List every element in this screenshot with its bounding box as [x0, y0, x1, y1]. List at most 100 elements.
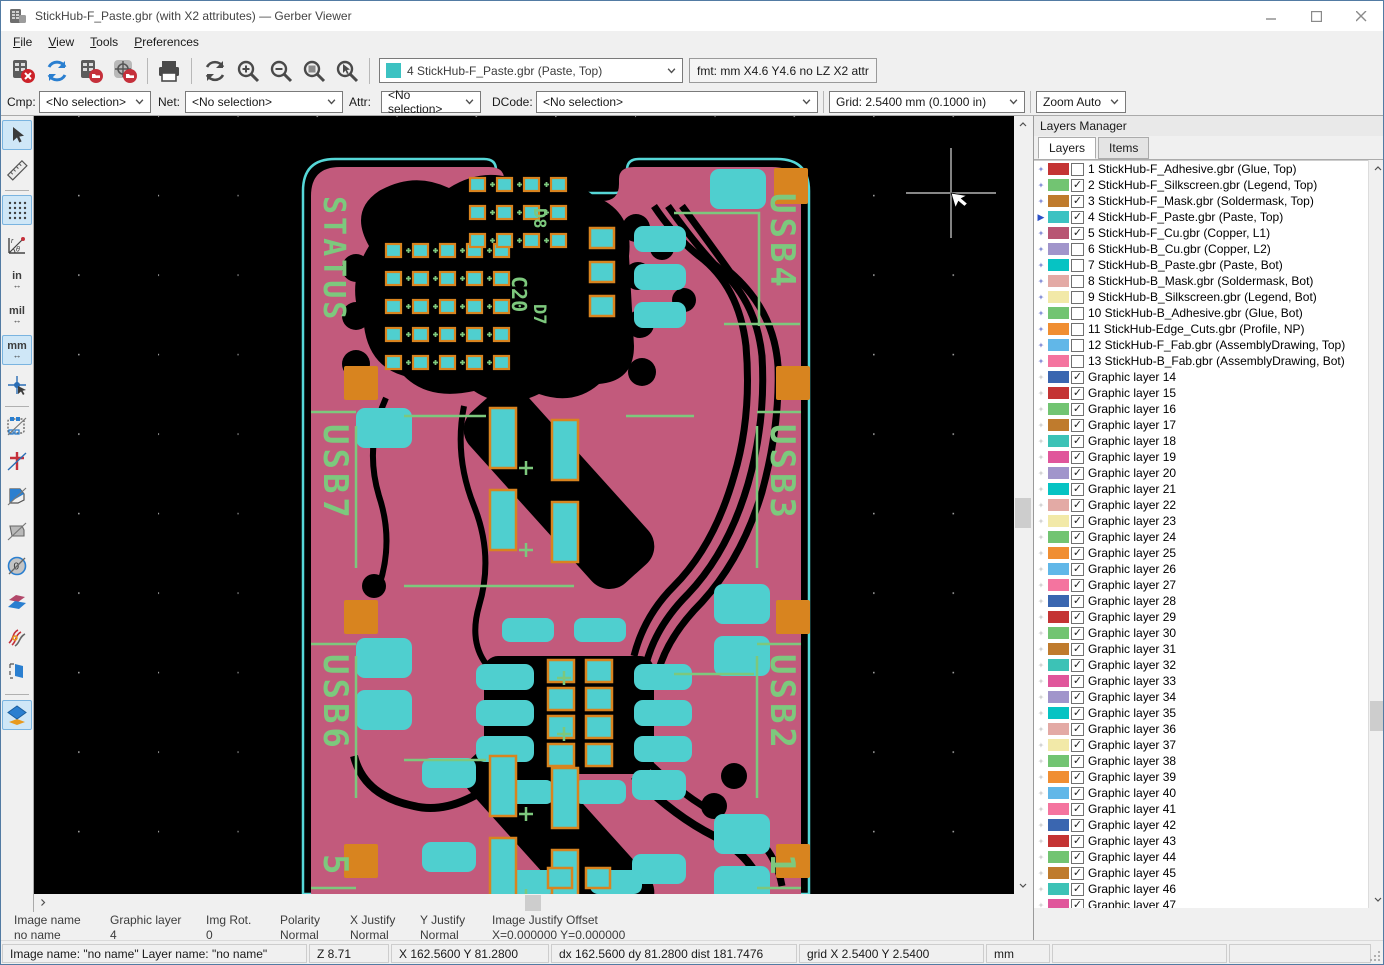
layer-color-swatch[interactable]	[1048, 851, 1069, 863]
layer-visibility-checkbox[interactable]: ✓	[1071, 659, 1084, 672]
layer-visibility-checkbox[interactable]: ✓	[1071, 515, 1084, 528]
layer-row[interactable]: ✦✓Graphic layer 31	[1034, 641, 1368, 657]
layer-visibility-checkbox[interactable]: ✓	[1071, 227, 1084, 240]
layer-color-swatch[interactable]	[1048, 179, 1069, 191]
layer-row[interactable]: ✦✓Graphic layer 23	[1034, 513, 1368, 529]
layer-color-swatch[interactable]	[1048, 627, 1069, 639]
sketch-flashed-items-button[interactable]	[2, 411, 32, 441]
layer-row[interactable]: ✦✓Graphic layer 17	[1034, 417, 1368, 433]
dcode-dropdown[interactable]: <No selection>	[536, 91, 818, 113]
cursor-shape-button[interactable]	[2, 370, 32, 400]
resize-grip[interactable]	[1370, 951, 1382, 963]
zoom-dropdown[interactable]: Zoom Auto	[1036, 91, 1126, 113]
scroll-up-arrow[interactable]	[1369, 160, 1384, 177]
layer-visibility-checkbox[interactable]: ✓	[1071, 531, 1084, 544]
layer-row[interactable]: ✦✓Graphic layer 28	[1034, 593, 1368, 609]
reload-layers-button[interactable]	[41, 56, 73, 86]
layer-visibility-checkbox[interactable]: ✓	[1071, 179, 1084, 192]
layer-color-swatch[interactable]	[1048, 403, 1069, 415]
layer-row[interactable]: ✦✓5 StickHub-F_Cu.gbr (Copper, L1)	[1034, 225, 1368, 241]
layer-row[interactable]: ✦✓Graphic layer 19	[1034, 449, 1368, 465]
tab-items[interactable]: Items	[1098, 137, 1149, 159]
layer-row[interactable]: ✦✓Graphic layer 15	[1034, 385, 1368, 401]
units-inches-button[interactable]: in↔	[2, 265, 32, 295]
layer-color-swatch[interactable]	[1048, 691, 1069, 703]
layer-color-swatch[interactable]	[1048, 451, 1069, 463]
layer-color-swatch[interactable]	[1048, 819, 1069, 831]
zoom-fit-button[interactable]	[298, 56, 330, 86]
canvas-horizontal-scrollbar[interactable]	[34, 894, 1032, 912]
layer-row[interactable]: ✦✓Graphic layer 21	[1034, 481, 1368, 497]
layer-visibility-checkbox[interactable]	[1071, 307, 1084, 320]
layer-row[interactable]: ✦✓Graphic layer 16	[1034, 401, 1368, 417]
layer-color-swatch[interactable]	[1048, 243, 1069, 255]
layer-row[interactable]: ✦1 StickHub-F_Adhesive.gbr (Glue, Top)	[1034, 161, 1368, 177]
layer-visibility-checkbox[interactable]: ✓	[1071, 563, 1084, 576]
layer-visibility-checkbox[interactable]: ✓	[1071, 739, 1084, 752]
menu-tools[interactable]: Tools	[82, 33, 126, 51]
layer-visibility-checkbox[interactable]: ✓	[1071, 899, 1084, 909]
layer-row[interactable]: ✦✓Graphic layer 24	[1034, 529, 1368, 545]
sketch-polygons-button[interactable]	[2, 481, 32, 511]
show-dcodes-button[interactable]: 0	[2, 551, 32, 581]
layer-color-swatch[interactable]	[1048, 435, 1069, 447]
layer-row[interactable]: ✦✓Graphic layer 38	[1034, 753, 1368, 769]
layer-visibility-checkbox[interactable]: ✓	[1071, 371, 1084, 384]
close-button[interactable]	[1339, 1, 1384, 31]
maximize-button[interactable]	[1294, 1, 1339, 31]
layer-row[interactable]: ✦✓Graphic layer 34	[1034, 689, 1368, 705]
layer-color-swatch[interactable]	[1048, 835, 1069, 847]
grid-dropdown[interactable]: Grid: 2.5400 mm (0.1000 in)	[829, 91, 1025, 113]
layer-row[interactable]: ✦✓Graphic layer 46	[1034, 881, 1368, 897]
layer-row[interactable]: ✦✓Graphic layer 33	[1034, 673, 1368, 689]
layer-row[interactable]: ✦12 StickHub-F_Fab.gbr (AssemblyDrawing,…	[1034, 337, 1368, 353]
cmp-dropdown[interactable]: <No selection>	[39, 91, 151, 113]
layer-color-swatch[interactable]	[1048, 323, 1069, 335]
menu-view[interactable]: View	[40, 33, 82, 51]
layer-visibility-checkbox[interactable]	[1071, 323, 1084, 336]
layer-color-swatch[interactable]	[1048, 643, 1069, 655]
zoom-in-button[interactable]	[232, 56, 264, 86]
canvas-vertical-scrollbar[interactable]	[1014, 116, 1032, 894]
layer-row[interactable]: ✦✓Graphic layer 26	[1034, 561, 1368, 577]
layer-color-swatch[interactable]	[1048, 387, 1069, 399]
layer-color-swatch[interactable]	[1048, 899, 1069, 908]
layer-row[interactable]: ✦✓Graphic layer 32	[1034, 657, 1368, 673]
layer-color-swatch[interactable]	[1048, 579, 1069, 591]
units-mils-button[interactable]: mil↔	[2, 300, 32, 330]
layer-color-swatch[interactable]	[1048, 195, 1069, 207]
layer-visibility-checkbox[interactable]: ✓	[1071, 883, 1084, 896]
layer-visibility-checkbox[interactable]: ✓	[1071, 499, 1084, 512]
layer-visibility-checkbox[interactable]: ✓	[1071, 627, 1084, 640]
layer-row[interactable]: ✦✓Graphic layer 22	[1034, 497, 1368, 513]
layer-row[interactable]: ✦✓Graphic layer 27	[1034, 577, 1368, 593]
layer-color-swatch[interactable]	[1048, 787, 1069, 799]
xor-mode-button[interactable]	[2, 621, 32, 651]
layer-row[interactable]: ✦✓Graphic layer 40	[1034, 785, 1368, 801]
layer-visibility-checkbox[interactable]	[1071, 163, 1084, 176]
layer-color-swatch[interactable]	[1048, 419, 1069, 431]
measure-tool-button[interactable]	[2, 155, 32, 185]
zoom-select-button[interactable]	[331, 56, 363, 86]
layer-visibility-checkbox[interactable]: ✓	[1071, 643, 1084, 656]
layer-visibility-checkbox[interactable]: ✓	[1071, 803, 1084, 816]
gerber-canvas[interactable]: STATUS USB4 USB7 USB3 USB6 USB2 5 1 D8 C…	[34, 116, 1014, 894]
print-button[interactable]	[153, 56, 185, 86]
layer-color-swatch[interactable]	[1048, 867, 1069, 879]
layer-color-swatch[interactable]	[1048, 547, 1069, 559]
layer-visibility-checkbox[interactable]: ✓	[1071, 707, 1084, 720]
flip-view-button[interactable]	[2, 656, 32, 686]
tab-layers[interactable]: Layers	[1038, 137, 1096, 159]
layer-row[interactable]: ✦11 StickHub-Edge_Cuts.gbr (Profile, NP)	[1034, 321, 1368, 337]
layer-row[interactable]: ✦✓Graphic layer 47	[1034, 897, 1368, 908]
toggle-grid-button[interactable]	[2, 195, 32, 225]
layer-color-swatch[interactable]	[1048, 563, 1069, 575]
layer-row[interactable]: ✦✓Graphic layer 25	[1034, 545, 1368, 561]
menu-file[interactable]: File	[5, 33, 40, 51]
layer-color-swatch[interactable]	[1048, 611, 1069, 623]
layer-row[interactable]: ✦✓2 StickHub-F_Silkscreen.gbr (Legend, T…	[1034, 177, 1368, 193]
layer-row[interactable]: ✦13 StickHub-B_Fab.gbr (AssemblyDrawing,…	[1034, 353, 1368, 369]
layer-color-swatch[interactable]	[1048, 883, 1069, 895]
layer-row[interactable]: ✦✓Graphic layer 14	[1034, 369, 1368, 385]
layer-visibility-checkbox[interactable]: ✓	[1071, 851, 1084, 864]
